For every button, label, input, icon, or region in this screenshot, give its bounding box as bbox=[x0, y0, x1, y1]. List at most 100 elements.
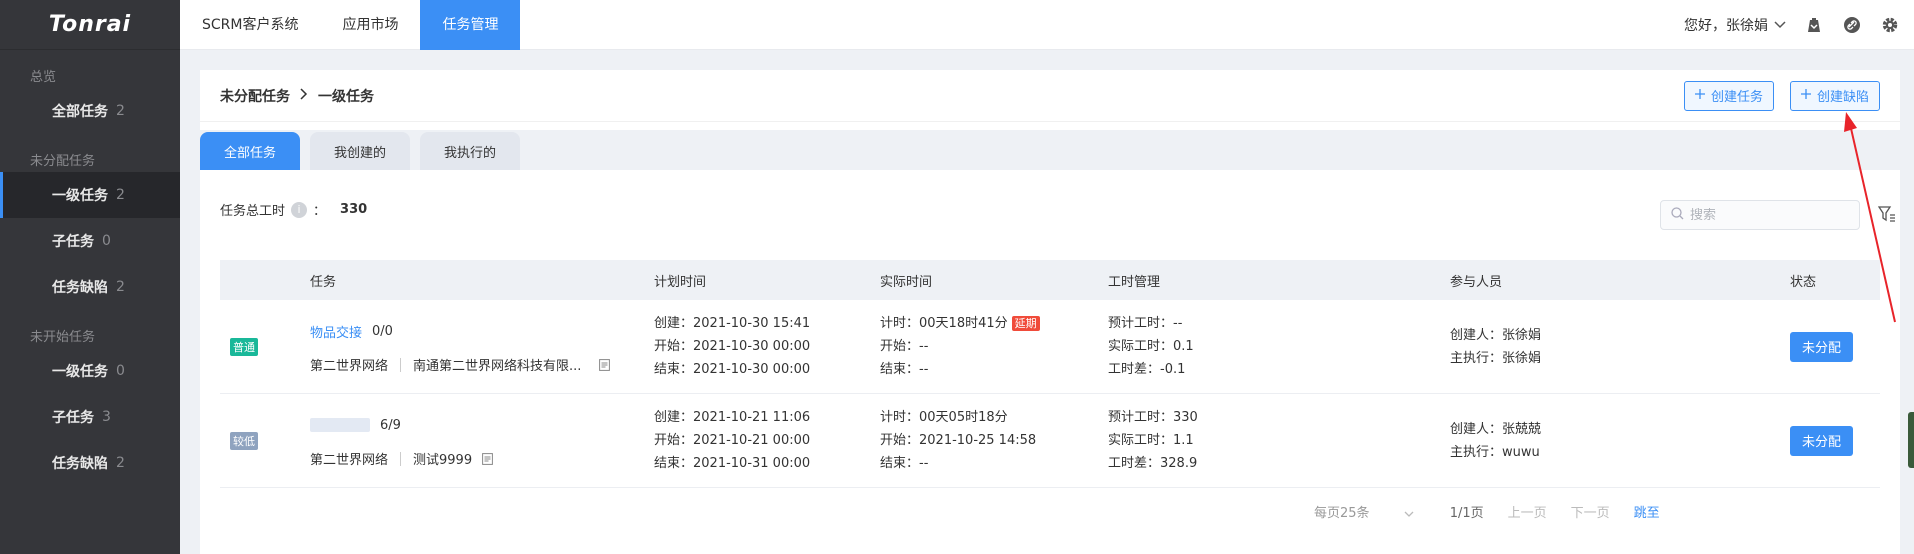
chevron-right-icon bbox=[300, 87, 308, 104]
total-hours-colon: ： bbox=[313, 204, 327, 219]
hours-estimated: 预计工时：-- bbox=[1108, 316, 1183, 331]
status-button[interactable]: 未分配 bbox=[1790, 331, 1854, 362]
hours-diff: 工时差：328.9 bbox=[1108, 456, 1198, 471]
sidebar-group-overview: 总览 全部任务 2 bbox=[0, 60, 180, 134]
divider bbox=[400, 357, 402, 372]
actual-end: 结束：-- bbox=[880, 362, 929, 377]
bag-icon[interactable] bbox=[1804, 15, 1824, 35]
sidebar-item-notstarted-defect[interactable]: 任务缺陷 2 bbox=[0, 440, 180, 486]
status-button[interactable]: 未分配 bbox=[1790, 425, 1854, 456]
plan-start: 开始：2021-10-21 00:00 bbox=[654, 433, 811, 448]
sidebar-item-count: 0 bbox=[102, 233, 111, 249]
sidebar-item-unassigned-defect[interactable]: 任务缺陷 2 bbox=[0, 264, 180, 310]
people-cell: 创建人：张兢兢 主执行：wuwu bbox=[1450, 418, 1790, 464]
chevron-down-icon bbox=[1404, 506, 1414, 521]
plan-created: 创建：2021-10-21 11:06 bbox=[654, 410, 811, 425]
hours-estimated: 预计工时：330 bbox=[1108, 410, 1198, 425]
sidebar-group-not-started: 未开始任务 一级任务 0 子任务 3 任务缺陷 2 bbox=[0, 310, 180, 486]
task-filter-tabs: 全部任务 我创建的 我执行的 bbox=[200, 130, 1900, 170]
task-name-link[interactable]: 物品交接 bbox=[310, 322, 362, 341]
executor: 主执行：wuwu bbox=[1450, 444, 1540, 460]
creator: 创建人：张徐娟 bbox=[1450, 327, 1542, 343]
document-icon[interactable] bbox=[599, 358, 611, 371]
sidebar-group-title: 未分配任务 bbox=[30, 154, 96, 169]
sidebar-group-unassigned: 未分配任务 一级任务 2 子任务 0 任务缺陷 2 bbox=[0, 134, 180, 310]
task-table: 任务 计划时间 实际时间 工时管理 参与人员 状态 普通 物品交接 0/0 第二… bbox=[220, 260, 1880, 488]
actual-start: 开始：2021-10-25 14:58 bbox=[880, 433, 1037, 448]
prev-page-button[interactable]: 上一页 bbox=[1508, 502, 1547, 521]
next-page-button[interactable]: 下一页 bbox=[1571, 502, 1610, 521]
breadcrumb-parent[interactable]: 未分配任务 bbox=[220, 86, 290, 106]
search-icon bbox=[1671, 206, 1684, 224]
task-project: 第二世界网络 bbox=[310, 359, 389, 374]
creator: 创建人：张兢兢 bbox=[1450, 421, 1542, 437]
hours-cell: 预计工时：330 实际工时：1.1 工时差：328.9 bbox=[1108, 406, 1450, 475]
page-count: 1/1页 bbox=[1449, 506, 1484, 521]
table-row[interactable]: 较低 6/9 第二世界网络 测试9999 创建：2021-10-21 11:06 bbox=[220, 394, 1880, 488]
plus-icon bbox=[1694, 88, 1705, 103]
create-task-button[interactable]: 创建任务 bbox=[1683, 80, 1774, 111]
create-defect-label: 创建缺陷 bbox=[1816, 90, 1869, 105]
tab-executed-by-me[interactable]: 我执行的 bbox=[420, 132, 521, 170]
sidebar-group-title: 未开始任务 bbox=[30, 330, 96, 345]
hours-actual: 实际工时：0.1 bbox=[1108, 339, 1194, 354]
sidebar-item-count: 2 bbox=[116, 279, 125, 295]
annotation-arrow-icon bbox=[1844, 112, 1896, 323]
document-icon[interactable] bbox=[482, 452, 494, 465]
task-company: 南通第二世界网络科技有限... bbox=[413, 359, 582, 374]
header-plan-time: 计划时间 bbox=[654, 274, 707, 290]
header-people: 参与人员 bbox=[1450, 274, 1503, 290]
plus-icon bbox=[1800, 88, 1811, 103]
sidebar-item-notstarted-subtask[interactable]: 子任务 3 bbox=[0, 394, 180, 440]
top-tab-scrm[interactable]: SCRM客户系统 bbox=[180, 0, 320, 50]
divider bbox=[400, 451, 402, 466]
sidebar-item-label: 一级任务 bbox=[52, 364, 108, 380]
top-bar: SCRM客户系统 应用市场 任务管理 您好，张徐娟 bbox=[180, 0, 1914, 50]
gear-icon[interactable] bbox=[1880, 15, 1900, 35]
greeting-text: 您好，张徐娟 bbox=[1684, 17, 1768, 34]
task-project: 第二世界网络 bbox=[310, 453, 389, 468]
sidebar-item-unassigned-subtask[interactable]: 子任务 0 bbox=[0, 218, 180, 264]
sidebar-item-all-tasks[interactable]: 全部任务 2 bbox=[0, 88, 180, 134]
top-right-tools: 您好，张徐娟 bbox=[1684, 15, 1914, 35]
pagination: 每页25条 1/1页 上一页 下一页 跳至 bbox=[1290, 502, 1672, 521]
sidebar-item-count: 0 bbox=[116, 363, 125, 379]
table-row[interactable]: 普通 物品交接 0/0 第二世界网络 南通第二世界网络科技有限... 创建：20… bbox=[220, 300, 1880, 394]
edge-handle[interactable] bbox=[1908, 412, 1914, 468]
sidebar-item-notstarted-level1[interactable]: 一级任务 0 bbox=[0, 348, 180, 394]
info-icon[interactable]: i bbox=[291, 201, 308, 218]
top-tab-app-market[interactable]: 应用市场 bbox=[320, 0, 420, 50]
create-defect-button[interactable]: 创建缺陷 bbox=[1789, 80, 1880, 111]
total-hours-value: 330 bbox=[340, 202, 368, 217]
link-icon[interactable] bbox=[1842, 15, 1862, 35]
plan-start: 开始：2021-10-30 00:00 bbox=[654, 339, 811, 354]
hours-diff: 工时差：-0.1 bbox=[1108, 362, 1186, 377]
sidebar-item-label: 一级任务 bbox=[52, 188, 108, 204]
plan-time-cell: 创建：2021-10-21 11:06 开始：2021-10-21 00:00 … bbox=[654, 406, 880, 475]
actual-timer: 计时：00天18时41分 bbox=[880, 316, 1008, 331]
sidebar-item-count: 3 bbox=[102, 409, 111, 425]
table-header: 任务 计划时间 实际时间 工时管理 参与人员 状态 bbox=[220, 260, 1880, 300]
user-menu[interactable]: 您好，张徐娟 bbox=[1684, 15, 1786, 35]
jump-to-page[interactable]: 跳至 bbox=[1634, 502, 1660, 521]
search-box[interactable] bbox=[1660, 200, 1860, 230]
hours-actual: 实际工时：1.1 bbox=[1108, 433, 1194, 448]
actual-start: 开始：-- bbox=[880, 339, 929, 354]
task-name-redacted[interactable] bbox=[310, 418, 370, 432]
task-cell: 物品交接 0/0 第二世界网络 南通第二世界网络科技有限... bbox=[310, 319, 654, 374]
top-tab-task-management[interactable]: 任务管理 bbox=[420, 0, 521, 50]
task-progress: 0/0 bbox=[372, 323, 393, 339]
priority-cell: 普通 bbox=[220, 337, 310, 356]
page-size-select[interactable]: 每页25条 bbox=[1302, 502, 1426, 521]
priority-badge: 普通 bbox=[230, 337, 258, 356]
executor: 主执行：张徐娟 bbox=[1450, 350, 1542, 366]
tab-created-by-me[interactable]: 我创建的 bbox=[310, 132, 411, 170]
sidebar-item-count: 2 bbox=[116, 187, 125, 203]
header-task: 任务 bbox=[310, 274, 337, 290]
tab-all-tasks[interactable]: 全部任务 bbox=[200, 132, 301, 170]
page-size-label: 每页25条 bbox=[1314, 506, 1370, 521]
sidebar-item-unassigned-level1[interactable]: 一级任务 2 bbox=[0, 172, 180, 218]
search-input[interactable] bbox=[1690, 207, 1850, 223]
sidebar-item-label: 任务缺陷 bbox=[52, 280, 108, 296]
panel-header: 未分配任务 一级任务 创建任务 创建缺陷 bbox=[200, 70, 1900, 122]
